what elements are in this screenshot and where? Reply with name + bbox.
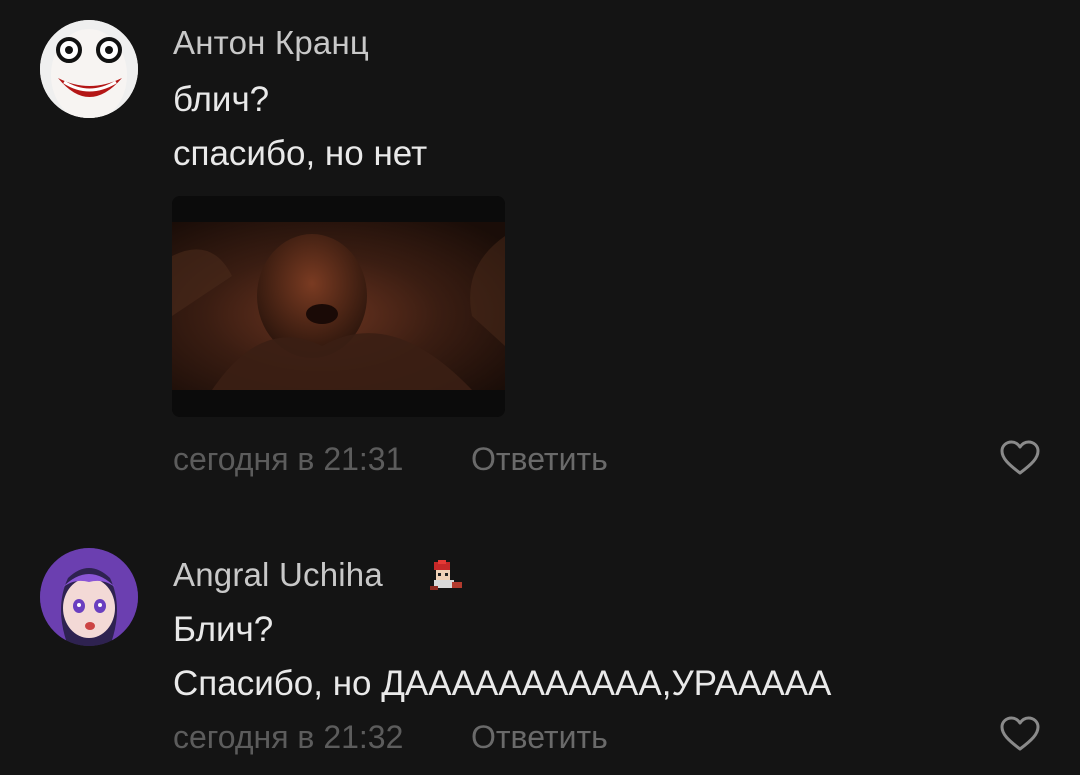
pixel-character-badge-icon bbox=[424, 560, 468, 592]
comment-text-line: Спасибо, но ДААААААААААА,УРААААА bbox=[173, 664, 832, 703]
reply-button[interactable]: Ответить bbox=[471, 719, 608, 756]
creepy-face-avatar[interactable] bbox=[40, 20, 138, 118]
comment-author[interactable]: Angral Uchiha bbox=[173, 556, 383, 594]
author-name: Angral Uchiha bbox=[173, 556, 383, 593]
comment-author[interactable]: Антон Кранц bbox=[173, 24, 369, 62]
comment-timestamp: сегодня в 21:31 bbox=[173, 441, 404, 477]
anime-girl-avatar[interactable] bbox=[40, 548, 138, 646]
heart-outline-icon[interactable] bbox=[1000, 440, 1040, 476]
comment-text-line: Блич? bbox=[173, 610, 274, 649]
comment-timestamp: сегодня в 21:32 bbox=[173, 719, 404, 755]
comment-text-line: блич? bbox=[173, 80, 270, 119]
heart-outline-icon[interactable] bbox=[1000, 716, 1040, 752]
reply-button[interactable]: Ответить bbox=[471, 441, 608, 478]
comment-text-line: спасибо, но нет bbox=[173, 134, 428, 173]
comment-item: Angral Uchiha Блич? Спасибо, но ДААААААА… bbox=[0, 540, 1080, 775]
comment-item: Антон Кранц блич? спасибо, но нет сегодн… bbox=[0, 0, 1080, 500]
gif-attachment[interactable] bbox=[172, 196, 505, 417]
